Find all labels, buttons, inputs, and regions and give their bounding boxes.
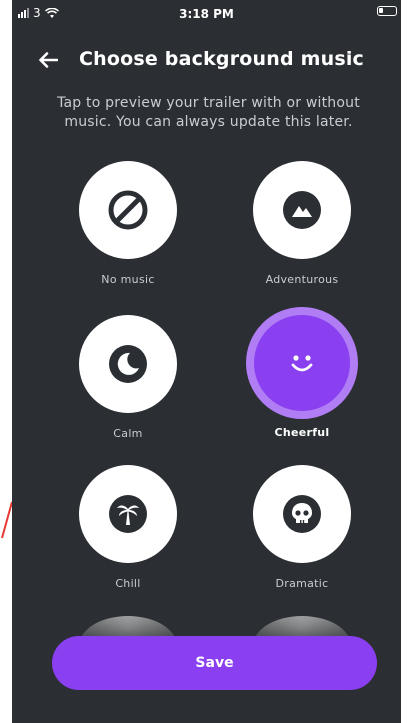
option-label: Adventurous xyxy=(265,273,339,286)
option-circle[interactable] xyxy=(253,465,351,563)
option-circle[interactable] xyxy=(79,465,177,563)
music-option-chill[interactable]: Chill xyxy=(68,465,188,590)
battery-icon xyxy=(377,6,397,16)
option-label: Calm xyxy=(113,427,143,440)
option-label: Cheerful xyxy=(274,426,330,439)
page-title: Choose background music xyxy=(79,48,365,70)
header: Choose background music xyxy=(12,40,401,80)
option-circle[interactable] xyxy=(79,315,177,413)
option-circle[interactable] xyxy=(79,161,177,259)
phone-screen: 3 3:18 PM Choose background music Tap to… xyxy=(12,0,401,723)
subtitle-text: Tap to preview your trailer with or with… xyxy=(57,95,360,130)
save-button[interactable]: Save xyxy=(52,636,377,690)
option-circle[interactable] xyxy=(253,161,351,259)
music-option-cheerful[interactable]: Cheerful xyxy=(242,307,362,439)
music-option-dramatic[interactable]: Dramatic xyxy=(242,465,362,590)
option-circle-selected[interactable] xyxy=(246,307,358,419)
status-time: 3:18 PM xyxy=(179,7,234,21)
palm-tree-icon xyxy=(109,495,147,533)
smiley-icon xyxy=(291,355,313,372)
music-option-adventurous[interactable]: Adventurous xyxy=(242,161,362,286)
music-option-no-music[interactable]: No music xyxy=(68,161,188,286)
arrow-left-icon[interactable] xyxy=(38,52,58,68)
moon-icon xyxy=(109,345,147,383)
skull-icon xyxy=(283,495,321,533)
music-option-calm[interactable]: Calm xyxy=(68,315,188,440)
mountain-icon xyxy=(283,191,321,229)
option-label: No music xyxy=(101,273,155,286)
ban-icon xyxy=(108,190,148,230)
option-label: Dramatic xyxy=(275,577,329,590)
status-bar: 3 3:18 PM xyxy=(12,0,401,30)
option-label: Chill xyxy=(115,577,141,590)
